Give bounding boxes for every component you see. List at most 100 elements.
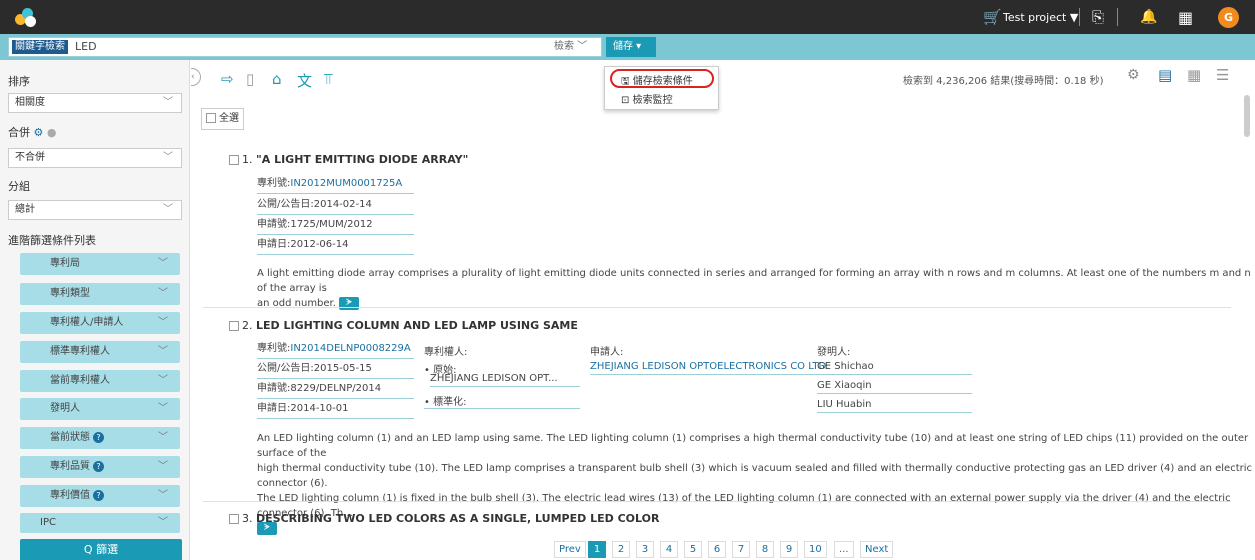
book-icon[interactable]: ▯ — [246, 70, 254, 88]
detail-view-icon[interactable]: ▤ — [1158, 66, 1172, 84]
collapse-sidebar-icon[interactable]: ‹ — [191, 68, 201, 86]
patent-number: 專利號:IN2014DELNP0008229A — [257, 340, 414, 359]
publication-date: 公開/公告日:2015-05-15 — [257, 360, 414, 379]
analytics-icon[interactable]: ⫪ — [324, 70, 332, 88]
page-link[interactable]: 9 — [780, 541, 798, 558]
cart-icon[interactable]: 🛒 — [983, 0, 1002, 34]
gear-icon[interactable]: ⚙ — [34, 126, 44, 139]
apps-grid-icon[interactable]: ▦ — [1178, 0, 1193, 34]
bell-icon[interactable]: 🔔 — [1140, 0, 1157, 34]
select-all-label: 全選 — [219, 113, 239, 124]
checkbox[interactable] — [229, 321, 239, 331]
page-link[interactable]: 2 — [612, 541, 630, 558]
prev-page-button[interactable]: Prev — [554, 541, 586, 558]
page-link[interactable]: 3 — [636, 541, 654, 558]
page-link[interactable]: 6 — [708, 541, 726, 558]
result-title[interactable]: 1. "A LIGHT EMITTING DIODE ARRAY" — [229, 153, 468, 166]
chevron-down-icon: ﹀ — [163, 152, 173, 163]
facet-label: 專利局 — [50, 258, 80, 269]
page-link[interactable]: 7 — [732, 541, 750, 558]
facet-label: 當前專利權人 — [50, 375, 110, 386]
facet-label: 專利品質 — [50, 461, 90, 472]
result-title-text[interactable]: "A LIGHT EMITTING DIODE ARRAY" — [256, 153, 468, 166]
help-icon[interactable]: ? — [93, 431, 104, 443]
grid-view-icon[interactable]: ▦ — [1187, 66, 1201, 84]
page-link[interactable]: 4 — [660, 541, 678, 558]
monitor-icon: ⊡ — [621, 95, 630, 106]
applicant-link[interactable]: ZHEJIANG LEDISON OPTOELECTRONICS CO LTD. — [590, 361, 830, 375]
search-query[interactable]: LED — [75, 40, 97, 54]
facet-standard-assignee[interactable]: 標準專利權人 ﹀ — [20, 341, 180, 363]
inventor-link[interactable]: GE Xiaoqin — [817, 380, 972, 394]
divider — [203, 307, 1231, 308]
abstract-line: high thermal conductivity tube (10). The… — [257, 463, 1253, 489]
facet-patent-office[interactable]: 專利局 ﹀ — [20, 253, 180, 275]
checkbox[interactable] — [229, 514, 239, 524]
list-view-icon[interactable]: ☰ — [1216, 66, 1229, 84]
help-icon[interactable]: ? — [93, 460, 104, 472]
publication-date: 公開/公告日:2014-02-14 — [257, 196, 414, 215]
facet-patent-value[interactable]: 專利價值? ﹀ — [20, 485, 180, 507]
folder-icon[interactable]: ⌂ — [272, 70, 282, 88]
translate-icon[interactable]: 文 — [297, 70, 312, 91]
inventor-link[interactable]: GE Shichao — [817, 361, 972, 375]
chevron-down-icon: ﹀ — [158, 403, 168, 414]
help-icon[interactable]: ? — [93, 489, 104, 501]
patent-number-link[interactable]: IN2012MUM0001725A — [290, 178, 402, 189]
save-button[interactable]: 儲存 ▾ — [606, 37, 656, 57]
page-link[interactable]: 1 — [588, 541, 606, 558]
search-input[interactable]: 關鍵字檢索 LED 檢索 ﹀ — [8, 37, 602, 57]
divider — [1079, 8, 1080, 26]
filter-list-label: 進階篩選條件列表 — [8, 234, 96, 247]
scrollbar[interactable] — [1244, 95, 1250, 137]
facet-current-assignee[interactable]: 當前專利權人 ﹀ — [20, 370, 180, 392]
app-logo[interactable] — [12, 5, 38, 29]
export-icon[interactable]: ⎘ — [1092, 0, 1104, 34]
search-monitor-item[interactable]: ⊡ 檢索監控 — [621, 91, 673, 106]
result-title[interactable]: 3. DESCRIBING TWO LED COLORS AS A SINGLE… — [229, 512, 659, 525]
avatar[interactable]: G — [1218, 7, 1239, 28]
search-button[interactable]: 檢索 ﹀ — [554, 40, 587, 54]
patent-number: 專利號:IN2012MUM0001725A — [257, 175, 414, 194]
facet-patent-quality[interactable]: 專利品質? ﹀ — [20, 456, 180, 478]
facet-current-status[interactable]: 當前狀態? ﹀ — [20, 427, 180, 449]
page-link[interactable]: 8 — [756, 541, 774, 558]
inventor-link[interactable]: LIU Huabin — [817, 399, 972, 413]
save-search-condition-item[interactable]: 🖫 儲存檢索條件 — [621, 72, 693, 91]
standard-assignee-label: • 標準化: — [424, 393, 580, 409]
patent-number-link[interactable]: IN2014DELNP0008229A — [290, 343, 410, 354]
facet-ipc[interactable]: IPC ﹀ — [20, 513, 180, 533]
original-assignee[interactable]: ZHEJIANG LEDISON OPT... — [430, 373, 580, 387]
checkbox[interactable] — [229, 155, 239, 165]
abstract: A light emitting diode array comprises a… — [257, 266, 1255, 311]
filter-button[interactable]: Q 篩選 — [20, 539, 182, 560]
sort-select[interactable]: 相關度 ﹀ — [8, 93, 182, 113]
facet-patent-type[interactable]: 專利類型 ﹀ — [20, 283, 180, 305]
facet-label: 發明人 — [50, 403, 80, 414]
select-all[interactable]: 全選 — [201, 108, 244, 130]
result-title[interactable]: 2. LED LIGHTING COLUMN AND LED LAMP USIN… — [229, 319, 578, 332]
next-page-button[interactable]: Next — [860, 541, 894, 558]
page-link[interactable]: 5 — [684, 541, 702, 558]
abstract-line: An LED lighting column (1) and an LED la… — [257, 433, 1249, 459]
pagination-ellipsis: ... — [834, 541, 854, 558]
facet-inventor[interactable]: 發明人 ﹀ — [20, 398, 180, 420]
export-icon[interactable]: ⇨ — [221, 70, 234, 88]
settings-icon[interactable]: ⚙ — [1127, 67, 1140, 83]
application-date: 申請日:2014-10-01 — [257, 400, 414, 419]
project-selector[interactable]: Test project ▼ — [1003, 0, 1078, 34]
facet-assignee[interactable]: 專利權人/申請人 ﹀ — [20, 312, 180, 334]
result-title-text[interactable]: DESCRIBING TWO LED COLORS AS A SINGLE, L… — [256, 512, 659, 525]
chevron-down-icon: ﹀ — [158, 258, 168, 269]
group-select[interactable]: 總計 ﹀ — [8, 200, 182, 220]
result-title-text[interactable]: LED LIGHTING COLUMN AND LED LAMP USING S… — [256, 319, 578, 332]
merge-select[interactable]: 不合併 ﹀ — [8, 148, 182, 168]
group-label: 分組 — [8, 180, 30, 193]
page-link[interactable]: 10 — [804, 541, 827, 558]
search-mode-badge[interactable]: 關鍵字檢索 — [12, 40, 68, 54]
top-bar: 🛒 Test project ▼ ⎘ 🔔 ▦ G — [0, 0, 1255, 34]
info-icon[interactable]: ● — [47, 126, 57, 139]
checkbox[interactable] — [206, 113, 216, 123]
divider — [203, 501, 1231, 502]
abstract-line: A light emitting diode array comprises a… — [257, 268, 1251, 294]
